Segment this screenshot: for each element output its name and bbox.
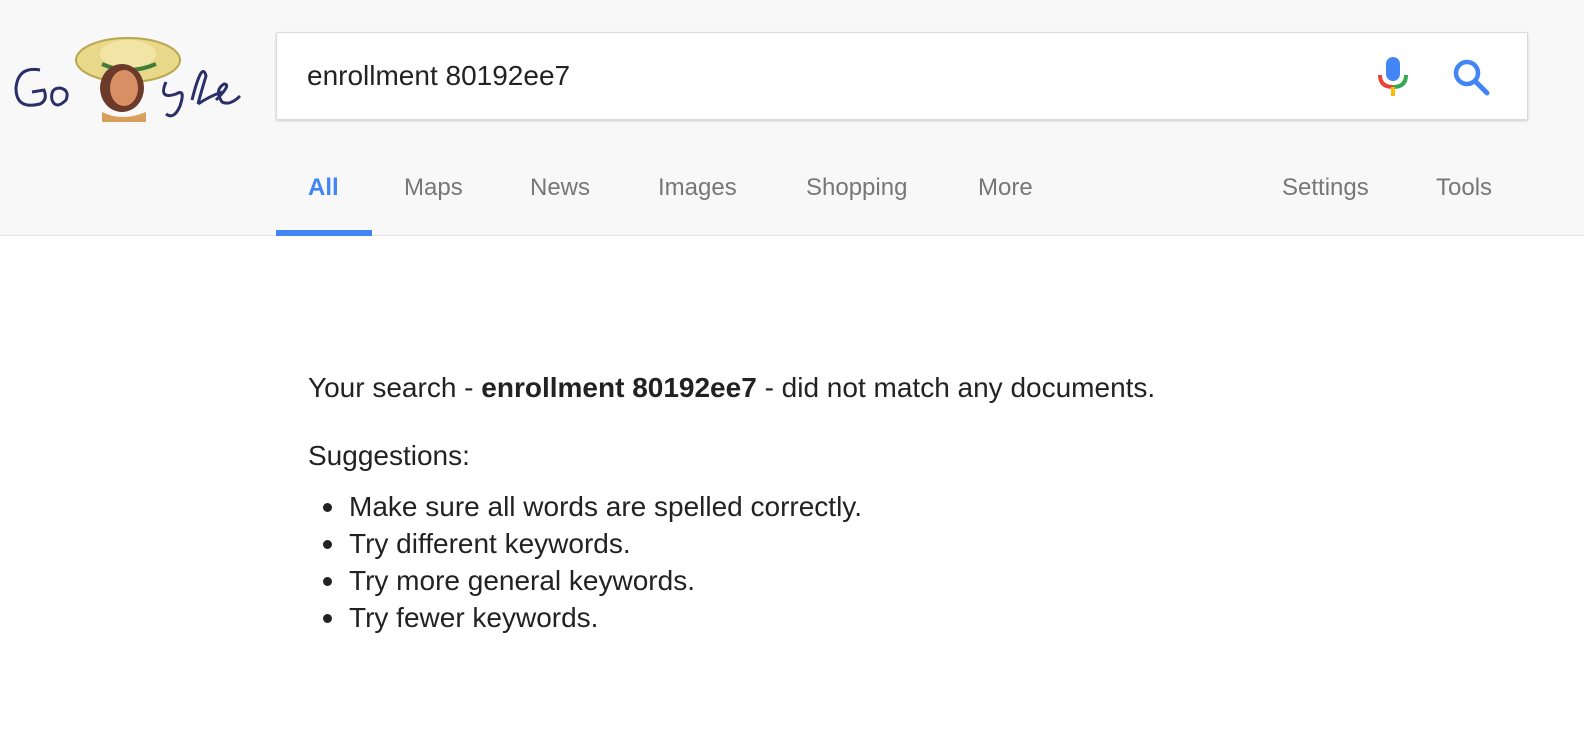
- suggestions-list: Make sure all words are spelled correctl…: [308, 488, 1508, 636]
- search-tabs: All Maps News Images Shopping More Setti…: [276, 160, 1528, 236]
- bullet-icon: [323, 577, 332, 586]
- bullet-icon: [323, 614, 332, 623]
- no-results-prefix: Your search -: [308, 372, 474, 403]
- suggestion-text: Try fewer keywords.: [349, 602, 599, 633]
- header: All Maps News Images Shopping More Setti…: [0, 0, 1584, 236]
- tab-shopping[interactable]: Shopping: [806, 174, 907, 202]
- suggestion-text: Try more general keywords.: [349, 565, 695, 596]
- tools-link[interactable]: Tools: [1436, 174, 1492, 202]
- search-box: [276, 32, 1528, 120]
- tab-news[interactable]: News: [530, 174, 590, 202]
- no-results-query: enrollment 80192ee7: [481, 372, 757, 403]
- list-item: Try different keywords.: [308, 525, 1508, 562]
- list-item: Try more general keywords.: [308, 562, 1508, 599]
- bullet-icon: [323, 540, 332, 549]
- search-input[interactable]: [307, 53, 1347, 99]
- list-item: Try fewer keywords.: [308, 599, 1508, 636]
- magnifier-icon[interactable]: [1451, 57, 1493, 99]
- tab-more[interactable]: More: [978, 174, 1033, 202]
- tab-maps[interactable]: Maps: [404, 174, 463, 202]
- tab-all[interactable]: All: [308, 174, 339, 202]
- bullet-icon: [323, 503, 332, 512]
- tab-images[interactable]: Images: [658, 174, 737, 202]
- no-results-suffix: - did not match any documents.: [764, 372, 1156, 403]
- list-item: Make sure all words are spelled correctl…: [308, 488, 1508, 525]
- suggestion-text: Try different keywords.: [349, 528, 631, 559]
- results-area: Your search - enrollment 80192ee7 - did …: [308, 370, 1508, 636]
- doodle-logo-icon: [14, 37, 242, 122]
- microphone-icon[interactable]: [1375, 55, 1411, 99]
- google-doodle-logo[interactable]: [10, 30, 242, 122]
- no-results-message: Your search - enrollment 80192ee7 - did …: [308, 370, 1508, 406]
- active-tab-indicator: [276, 230, 372, 236]
- settings-link[interactable]: Settings: [1282, 174, 1369, 202]
- magnifier-icon-svg: [1453, 59, 1490, 96]
- suggestions-title: Suggestions:: [308, 440, 470, 471]
- suggestion-text: Make sure all words are spelled correctl…: [349, 491, 863, 522]
- microphone-icon-svg: [1378, 57, 1408, 96]
